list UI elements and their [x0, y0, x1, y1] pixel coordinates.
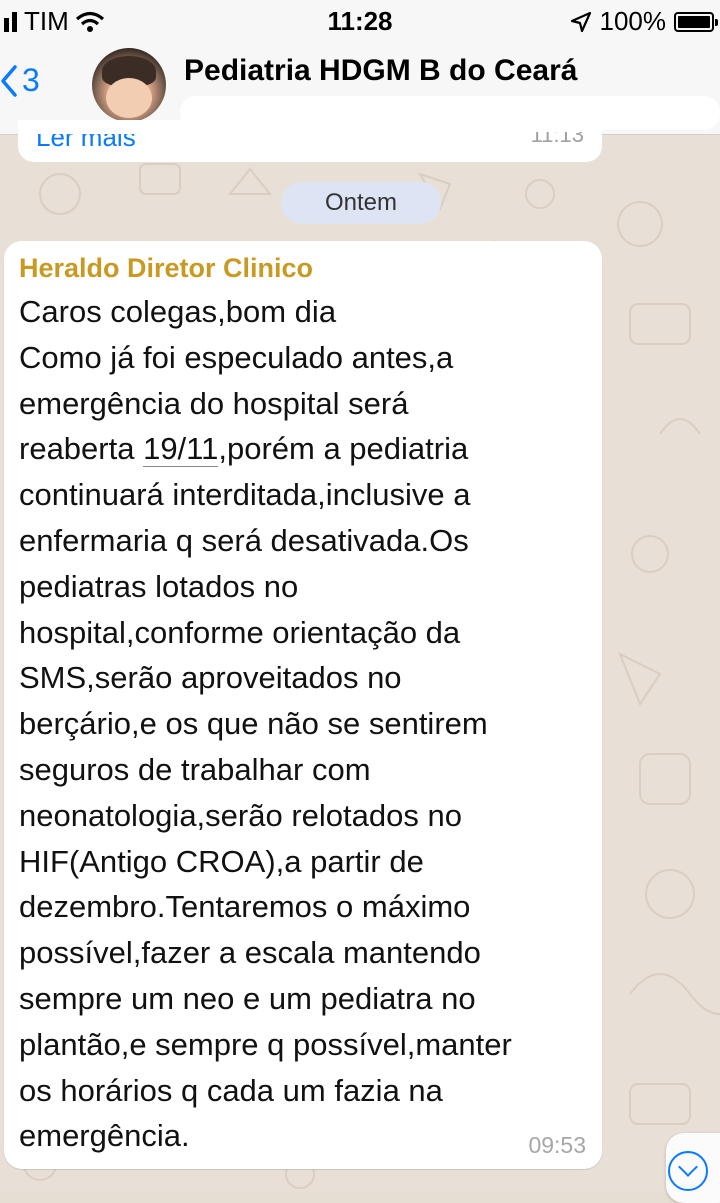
message-time: 09:53	[528, 1132, 586, 1158]
message-line-end: ,porém a pediatria	[218, 431, 469, 467]
status-bar: TIM 11:28 100%	[0, 0, 720, 44]
date-link[interactable]: 19/11	[143, 431, 219, 468]
message-line: plantão,e sempre q possível,manter	[19, 1026, 512, 1062]
status-right: 100%	[570, 6, 718, 37]
message-line: pediatras lotados no	[19, 568, 299, 604]
message-line: continuará interditada,inclusive a	[19, 477, 471, 513]
back-button[interactable]: 3	[0, 62, 40, 99]
message-sender[interactable]: Heraldo Diretor Clinico	[19, 253, 313, 284]
message-line: emergência.	[19, 1118, 190, 1154]
message-line: Caros colegas,bom dia	[19, 294, 337, 329]
chat-title[interactable]: Pediatria HDGM B do Ceará	[184, 54, 577, 88]
back-chevron-icon	[1, 64, 17, 97]
message-line: sempre um neo e um pediatra no	[19, 980, 476, 1016]
message-line-with-date: reaberta 19/11,porém a pediatria	[19, 426, 599, 472]
battery-percent: 100%	[599, 6, 667, 36]
message-line: hospital,conforme orientação da	[19, 614, 461, 650]
message-line: berçário,e os que não se sentirem	[19, 706, 488, 742]
location-arrow-icon	[570, 11, 591, 32]
read-more-link[interactable]: Ler mais	[36, 134, 136, 153]
message-line: SMS,serão aproveitados no	[19, 660, 402, 696]
message-line-start: reaberta	[19, 431, 144, 467]
message-line: enfermaria q será desativada.Os	[19, 522, 469, 558]
message-line: dezembro.Tentaremos o máximo	[19, 889, 471, 925]
message-line: neonatologia,serão relotados no	[19, 797, 462, 833]
message-line: emergência do hospital será	[19, 385, 409, 421]
message-text: Caros colegas,bom dia Como já foi especu…	[19, 289, 599, 1159]
message-bubble[interactable]: Heraldo Diretor Clinico Caros colegas,bo…	[4, 241, 602, 1169]
message-line: possível,fazer a escala mantendo	[19, 935, 481, 971]
unread-count: 3	[22, 62, 40, 98]
message-line: HIF(Antigo CROA),a partir de	[19, 843, 424, 879]
previous-message-bubble: Ler mais 11:13	[18, 120, 602, 162]
date-separator: Ontem	[281, 182, 441, 224]
message-line: seguros de trabalhar com	[19, 751, 371, 787]
group-avatar[interactable]	[92, 48, 166, 122]
message-line: os horários q cada um fazia na	[19, 1072, 443, 1108]
message-line: Como já foi especulado antes,a	[19, 339, 454, 375]
previous-message-time: 11:13	[530, 122, 584, 147]
scroll-down-icon	[668, 1151, 708, 1191]
battery-icon	[674, 11, 718, 32]
